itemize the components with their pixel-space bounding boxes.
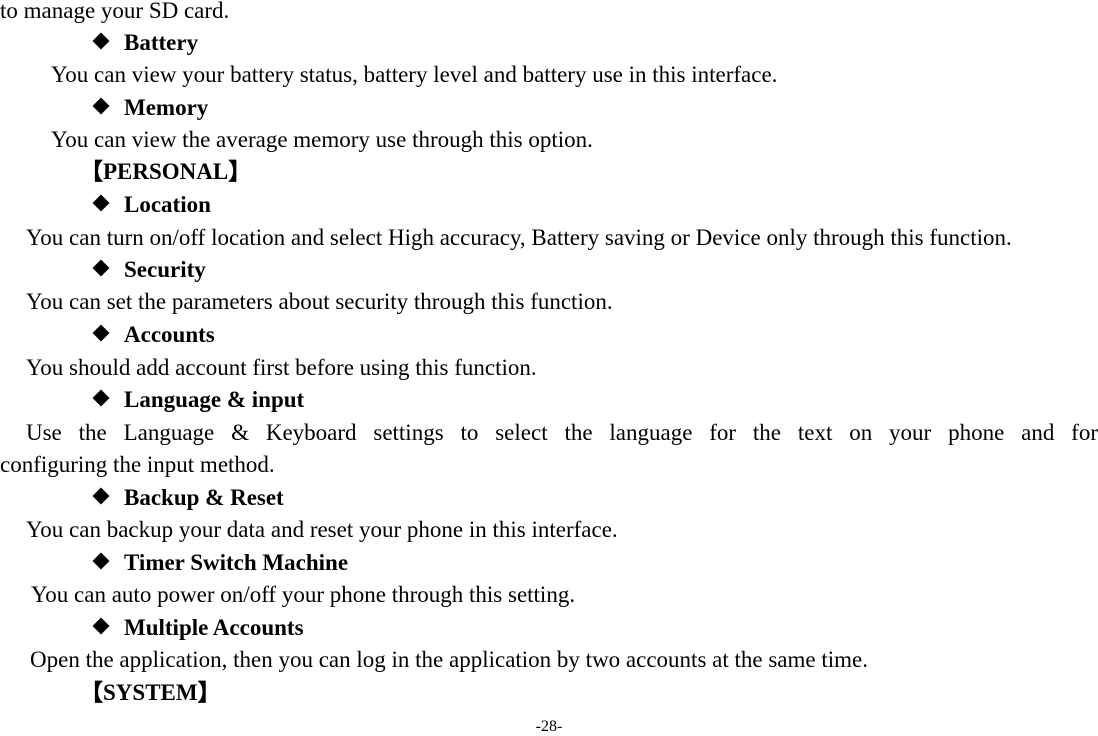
diamond-bullet-icon [92,194,110,212]
heading-accounts: Accounts [92,322,215,348]
heading-timer-switch-machine: Timer Switch Machine [92,550,348,576]
page-number: -28- [535,718,563,735]
diamond-bullet-icon [92,552,110,570]
desc-location: You can turn on/off location and select … [26,225,1012,250]
desc-language-input-line1: Use the Language & Keyboard settings to … [26,420,1098,445]
intro-continuation: to manage your SD card. [0,0,230,23]
desc-memory: You can view the average memory use thro… [51,127,593,152]
heading-security: Security [92,257,206,283]
diamond-bullet-icon [92,32,110,50]
desc-backup-reset: You can backup your data and reset your … [26,517,618,542]
heading-multiple-accounts: Multiple Accounts [92,615,304,641]
diamond-bullet-icon [92,97,110,115]
heading-memory: Memory [92,95,208,121]
diamond-bullet-icon [92,487,110,505]
heading-location: Location [92,192,211,218]
desc-battery: You can view your battery status, batter… [51,62,778,87]
desc-language-input-line2: configuring the input method. [0,452,275,477]
diamond-bullet-icon [92,617,110,635]
diamond-bullet-icon [92,324,110,342]
section-system: 【SYSTEM】 [80,680,221,705]
desc-security: You can set the parameters about securit… [26,289,613,314]
desc-timer-switch-machine: You can auto power on/off your phone thr… [31,582,576,607]
heading-language-input: Language & input [92,387,304,413]
diamond-bullet-icon [92,389,110,407]
heading-battery: Battery [92,30,198,56]
diamond-bullet-icon [92,259,110,277]
desc-multiple-accounts: Open the application, then you can log i… [30,647,868,672]
section-personal: 【PERSONAL】 [80,159,252,184]
heading-backup-reset: Backup & Reset [92,485,284,511]
desc-accounts: You should add account first before usin… [26,355,537,380]
